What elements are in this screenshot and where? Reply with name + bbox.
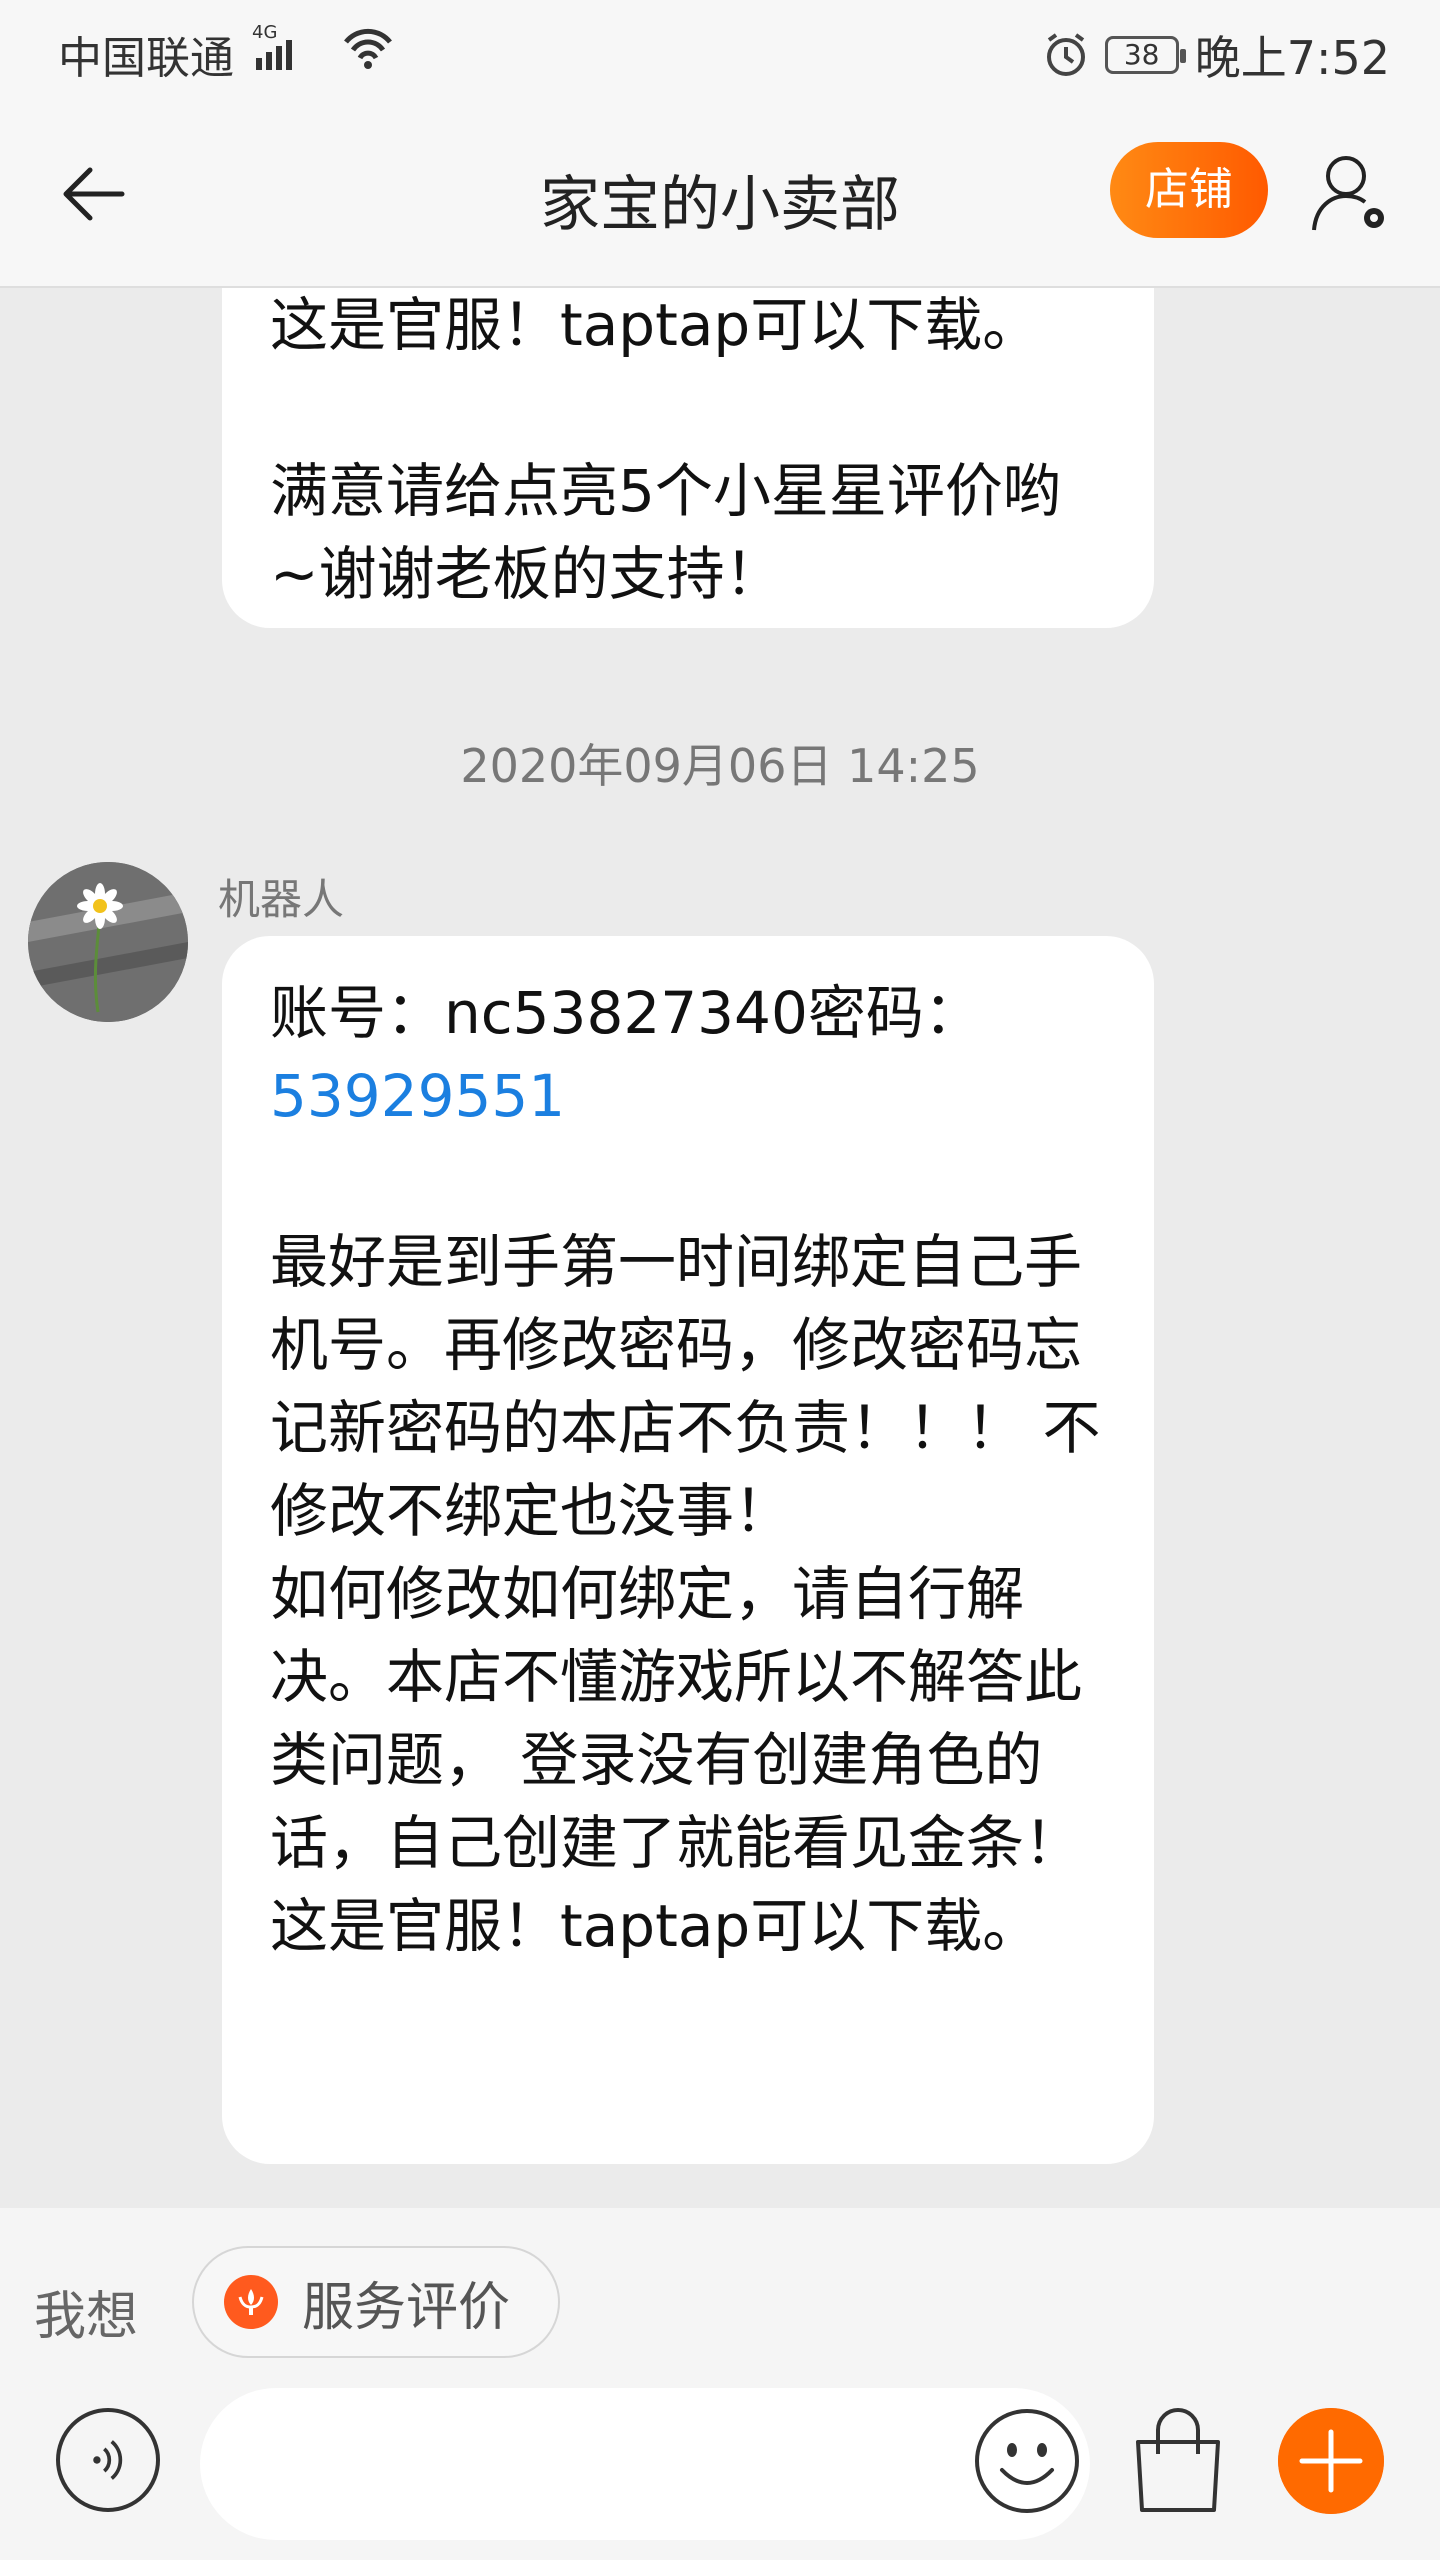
quick-bar-label: 我想	[34, 2287, 139, 2347]
message-bubble-previous[interactable]: 这是官服！taptap可以下载。 满意请给点亮5个小星星评价哟~谢谢老板的支持！	[222, 288, 1154, 628]
service-rating-chip[interactable]: 服务评价	[192, 2246, 560, 2358]
battery-icon: 38	[1104, 36, 1186, 74]
alarm-icon	[1046, 33, 1085, 76]
shopping-bag-icon[interactable]	[1126, 2404, 1230, 2516]
status-bar: 中国联通 4G 38 晚上7:52	[0, 0, 1440, 100]
message-timestamp: 2020年09月06日 14:25	[460, 739, 980, 793]
chat-header: 家宝的小卖部 店铺	[0, 100, 1440, 288]
network-type: 4G	[252, 22, 277, 43]
avatar[interactable]	[28, 862, 188, 1022]
account-line: 账号：nc53827340密码：	[270, 979, 982, 1047]
message-body: 最好是到手第一时间绑定自己手机号。再修改密码，修改密码忘记新密码的本店不负责！！…	[270, 1228, 1101, 1960]
wifi-icon	[344, 28, 392, 69]
service-rating-icon	[224, 2275, 278, 2329]
message-bubble[interactable]: 账号：nc53827340密码： 53929551 最好是到手第一时间绑定自己手机…	[222, 936, 1154, 2164]
input-panel: 我想 服务评价	[0, 2208, 1440, 2560]
message-input[interactable]	[200, 2388, 1090, 2540]
sender-name: 机器人	[218, 875, 345, 924]
voice-icon[interactable]	[56, 2408, 160, 2512]
daisy-avatar-image	[28, 862, 188, 1022]
shop-button[interactable]: 店铺	[1110, 142, 1268, 238]
signal-icon: 4G	[252, 22, 392, 70]
carrier-name: 中国联通	[58, 33, 234, 84]
password-link[interactable]: 53929551	[270, 1062, 565, 1130]
service-rating-label: 服务评价	[302, 2277, 511, 2338]
user-settings-icon[interactable]	[1310, 150, 1396, 236]
chat-area[interactable]: 这是官服！taptap可以下载。 满意请给点亮5个小星星评价哟~谢谢老板的支持！…	[0, 288, 1440, 2208]
status-time: 晚上7:52	[1194, 31, 1390, 85]
plus-icon[interactable]	[1278, 2408, 1384, 2514]
emoji-icon[interactable]	[974, 2408, 1080, 2514]
